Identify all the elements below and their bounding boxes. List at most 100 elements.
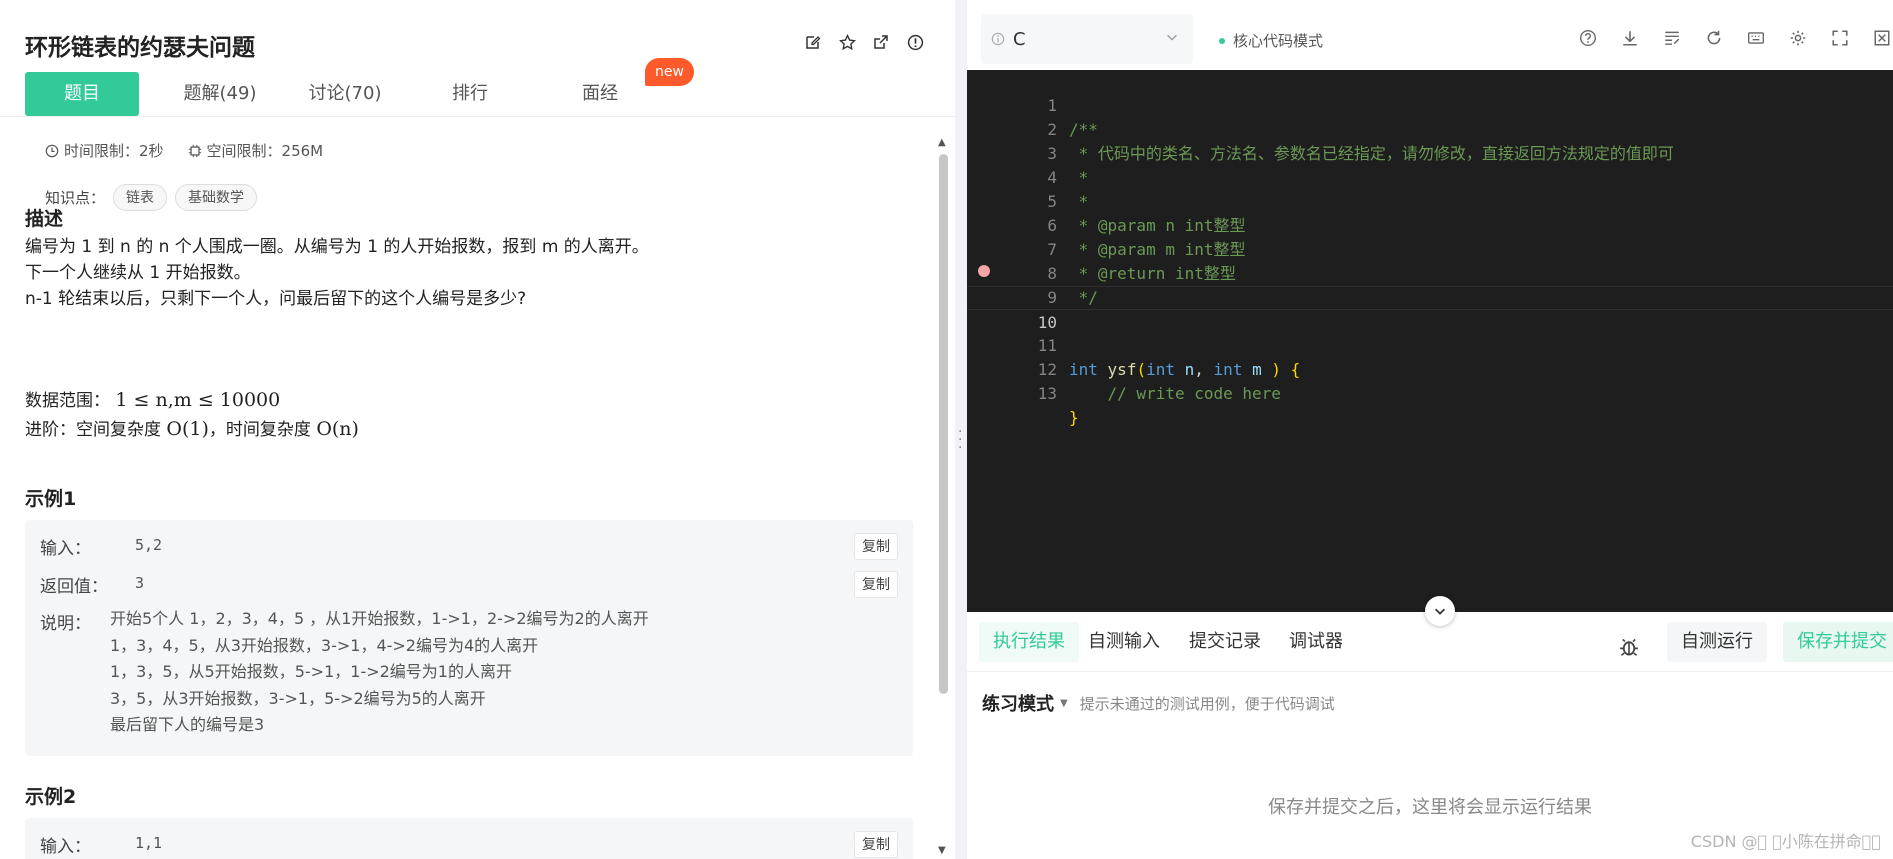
range-label: 数据范围： (25, 391, 110, 411)
download-icon[interactable] (1619, 27, 1641, 49)
example2-box: 输入： 1,1 复制 (25, 818, 913, 859)
keyboard-icon[interactable] (1745, 27, 1767, 49)
explain-line: 1，3，4，5，从3开始报数，3->1，4->2编号为4的人离开 (110, 635, 539, 655)
info-icon (991, 32, 1005, 46)
tab-custom-input[interactable]: 自测输入 (1074, 622, 1174, 662)
problem-header: 环形链表的约瑟夫问题 (0, 0, 955, 70)
code-line: 2 * 代码中的类名、方法名、参数名已经指定，请勿修改，直接返回方法规定的值即可 (967, 94, 1893, 163)
explain-line: 1，3，5，从5开始报数，5->1，1->2编号为1的人离开 (110, 662, 512, 681)
star-icon[interactable] (837, 32, 857, 52)
tab-run-result[interactable]: 执行结果 (979, 622, 1079, 662)
collapse-results-button[interactable] (1425, 596, 1455, 626)
tabs-divider (0, 116, 955, 117)
code-text: // write code here (1069, 384, 1281, 403)
caret-down-icon[interactable]: ▼ (1060, 698, 1068, 709)
fullscreen-icon[interactable] (1829, 27, 1851, 49)
example1-return: 返回值： (40, 572, 108, 597)
tab-solutions[interactable]: 题解(49) (165, 72, 275, 116)
code-editor[interactable]: 1 /** 2 * 代码中的类名、方法名、参数名已经指定，请勿修改，直接返回方法… (967, 70, 1893, 612)
code-line: 4 * (967, 142, 1893, 211)
description-line: 下一个人继续从 1 开始报数。 (25, 263, 251, 283)
example2-input: 输入： (40, 832, 91, 857)
tab-debugger[interactable]: 调试器 (1275, 622, 1357, 662)
line-number: 13 (1037, 384, 1057, 403)
share-icon[interactable] (871, 32, 891, 52)
example1-input-value: 5,2 (135, 536, 163, 554)
code-line: 9 (967, 262, 1893, 307)
explain-line: 3，5，从3开始报数，3->1，5->2编号为5的人离开 (110, 688, 486, 708)
advance-label: 进阶：空间复杂度 (25, 420, 161, 440)
space-complexity: O(1) (166, 418, 209, 440)
code-line: 8 */ (967, 238, 1893, 307)
limits: 时间限制：2秒 空间限制：256M (45, 140, 323, 161)
new-badge: new (645, 58, 694, 86)
save-submit-button[interactable]: 保存并提交 (1783, 622, 1893, 662)
description-line: 编号为 1 到 n 的 n 个人围成一圈。从编号为 1 的人开始报数，报到 m … (25, 237, 649, 257)
help-icon[interactable] (1577, 27, 1599, 49)
problem-scrollbar[interactable]: ▲ ▼ (937, 137, 948, 859)
space-limit: 空间限制：256M (188, 140, 323, 161)
explain-label: 说明： (40, 614, 91, 634)
chip-icon (188, 144, 201, 157)
edit-icon[interactable] (803, 32, 823, 52)
code-mode-label: 核心代码模式 (1233, 32, 1324, 50)
explain-line: 开始5个人 1，2，3，4，5 ，从1开始报数，1->1，2->2编号为2的人离… (110, 609, 649, 628)
close-panel-icon[interactable] (1871, 27, 1893, 49)
format-icon[interactable] (1661, 27, 1683, 49)
tag-linked-list[interactable]: 链表 (113, 184, 168, 211)
practice-mode-select[interactable]: 练习模式 (982, 690, 1054, 716)
report-icon[interactable] (905, 32, 925, 52)
tab-discussion[interactable]: 讨论(70) (290, 72, 400, 116)
example1-heading: 示例1 (25, 488, 77, 510)
panel-resizer[interactable]: · · · (955, 0, 967, 859)
drag-handle-icon[interactable]: · · · (958, 425, 962, 455)
code-line-current: 10 (967, 286, 1893, 332)
code-line: 13 } (967, 358, 1893, 427)
code-line: 12 // write code here (967, 334, 1893, 403)
tab-interview[interactable]: 面经 (555, 72, 645, 116)
language-select[interactable]: C (981, 14, 1193, 64)
problem-title: 环形链表的约瑟夫问题 (25, 35, 255, 61)
mode-dot (1219, 37, 1225, 44)
copy-button[interactable]: 复制 (854, 571, 898, 598)
language-value: C (1013, 28, 1026, 50)
code-line: 11 int ysf(int n, int m ) { (967, 310, 1893, 379)
example1-input: 输入： (40, 534, 91, 559)
settings-icon[interactable] (1787, 27, 1809, 49)
scroll-down-icon[interactable]: ▼ (938, 845, 946, 856)
advance-sep: ，时间复杂度 (208, 420, 311, 440)
example1-explain: 说明： (40, 609, 91, 634)
tab-problem[interactable]: 题目 (25, 72, 139, 116)
time-limit-text: 时间限制：2秒 (64, 142, 164, 160)
clock-icon (45, 144, 59, 157)
return-label: 返回值： (40, 577, 108, 597)
copy-button[interactable]: 复制 (854, 533, 898, 560)
chevron-down-icon (1167, 34, 1177, 41)
scrollbar-thumb[interactable] (939, 154, 948, 694)
code-line: 1 /** (967, 70, 1893, 139)
chevron-down-icon (1435, 608, 1445, 615)
example1-return-value: 3 (135, 574, 145, 592)
code-text: } (1069, 408, 1079, 427)
knowledge-tags: 知识点： 链表 基础数学 (45, 184, 258, 211)
code-line: 5 * @param n int整型 (967, 166, 1893, 235)
reset-icon[interactable] (1703, 27, 1725, 49)
description-line: n-1 轮结束以后，只剩下一个人，问最后留下的这个人编号是多少? (25, 289, 527, 309)
tag-basic-math[interactable]: 基础数学 (175, 184, 258, 211)
result-placeholder: 保存并提交之后，这里将会显示运行结果 (1268, 797, 1592, 818)
watermark: CSDN @   小陈在拼命   (1690, 832, 1881, 851)
time-complexity: O(n) (316, 418, 359, 440)
example1-explain-text: 开始5个人 1，2，3，4，5 ，从1开始报数，1->1，2->2编号为2的人离… (110, 606, 649, 739)
scroll-up-icon[interactable]: ▲ (938, 137, 946, 148)
code-line: 6 * @param m int整型 (967, 190, 1893, 259)
copy-button[interactable]: 复制 (854, 831, 898, 858)
bug-icon[interactable] (1618, 636, 1640, 662)
tab-submissions[interactable]: 提交记录 (1175, 622, 1275, 662)
tab-ranking[interactable]: 排行 (425, 72, 515, 116)
problem-content: 时间限制：2秒 空间限制：256M 知识点： 链表 基础数学 描述 编号为 1 … (0, 118, 940, 859)
editor-tools (1577, 27, 1893, 49)
input-label: 输入： (40, 539, 91, 559)
problem-actions (803, 32, 925, 52)
practice-mode: 练习模式 ▼ 提示未通过的测试用例，便于代码调试 (982, 690, 1335, 716)
self-test-run-button[interactable]: 自测运行 (1667, 622, 1767, 662)
